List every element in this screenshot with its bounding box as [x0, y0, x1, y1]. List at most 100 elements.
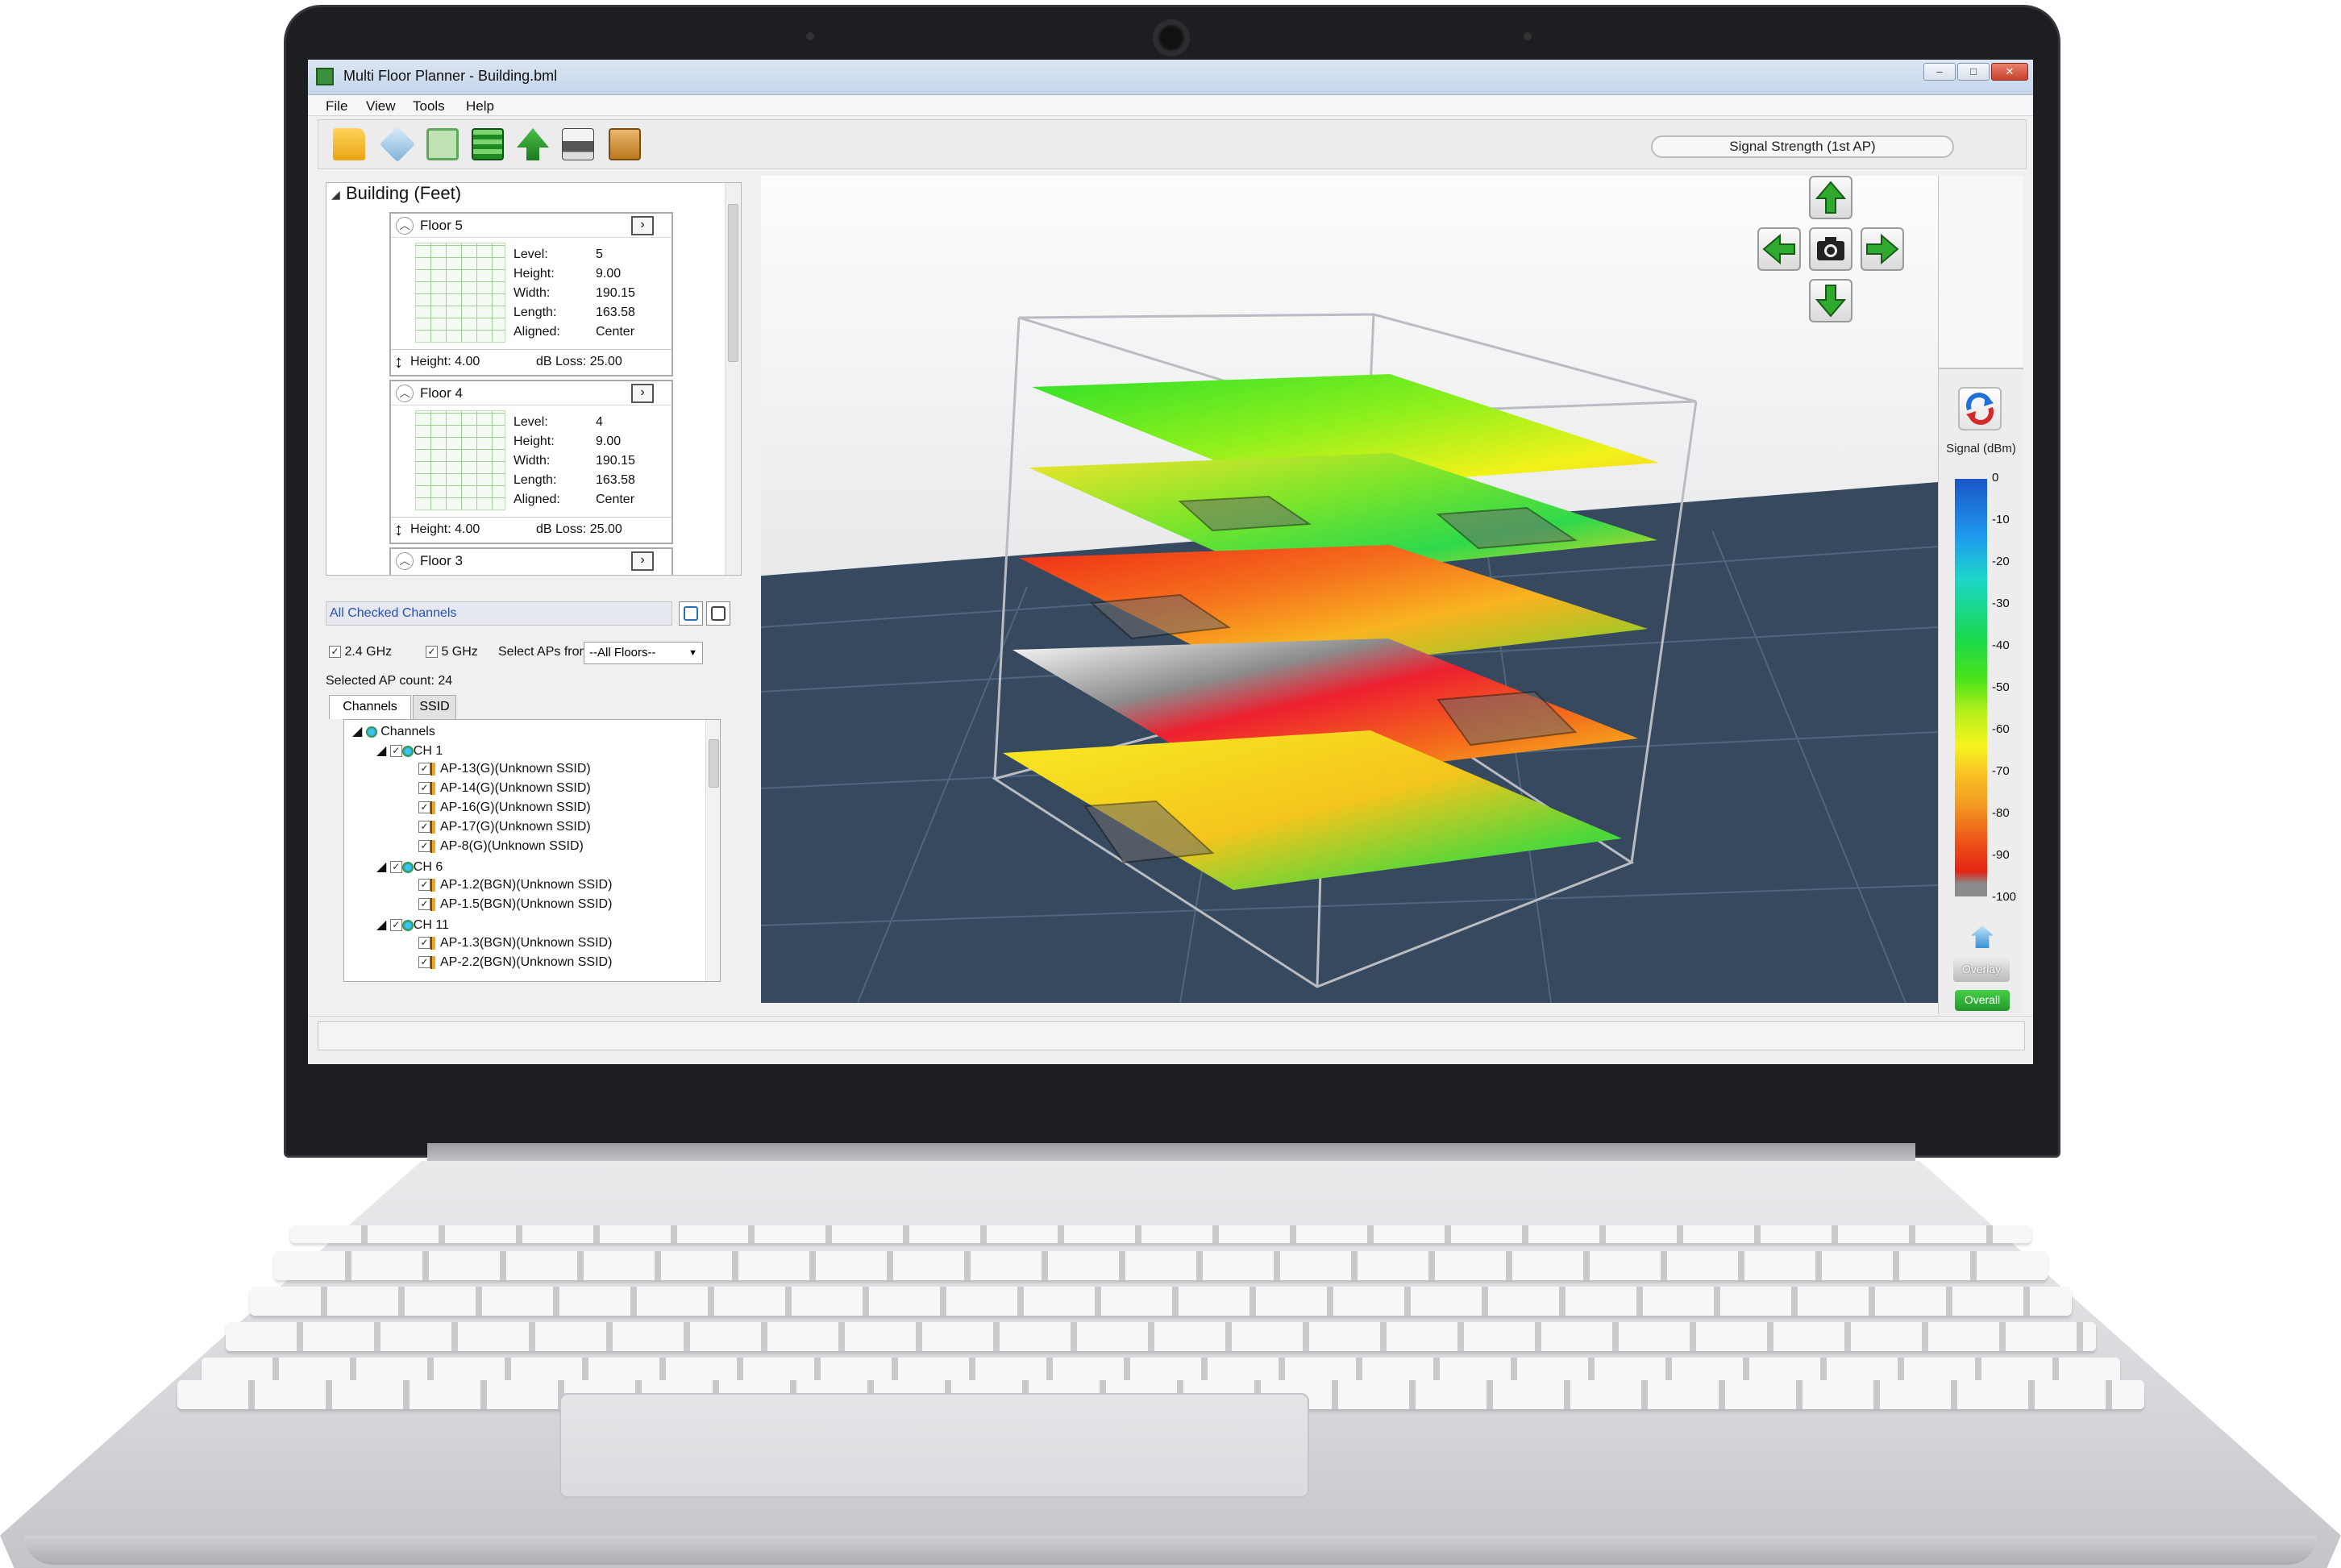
signal-type-dropdown[interactable]: Signal Strength (1st AP) [1651, 135, 1954, 158]
grid-layout-icon[interactable] [472, 128, 504, 160]
refresh-button[interactable] [1958, 387, 2002, 430]
ap-icon [430, 878, 440, 892]
band-5-toggle[interactable]: ✓ 5 GHz [426, 645, 478, 659]
menu-tools[interactable]: Tools [413, 98, 445, 114]
floor-card[interactable]: ︿ Floor 4 › Level: 4 Height: 9.00 Width:… [389, 380, 673, 544]
ap-label: AP-8(G)(Unknown SSID) [440, 839, 584, 853]
channel-label: CH 11 [413, 918, 449, 932]
channel-node[interactable]: ◢ ✓ CH 6 [376, 859, 443, 875]
floor-thumbnail [415, 243, 505, 343]
tab-ssid[interactable]: SSID [413, 695, 456, 719]
height-arrows-icon: ↕ [394, 519, 403, 539]
ap-item[interactable]: ✓ AP-14(G)(Unknown SSID) [418, 781, 591, 796]
collapse-icon[interactable]: ︿ [396, 552, 414, 570]
ap-item[interactable]: ✓ AP-1.3(BGN)(Unknown SSID) [418, 936, 612, 950]
open-folder-icon[interactable] [333, 128, 365, 160]
collapse-caret-icon[interactable]: ◢ [331, 188, 340, 202]
floor-name: Floor 5 [420, 218, 463, 233]
ap-item[interactable]: ✓ AP-16(G)(Unknown SSID) [418, 801, 591, 815]
close-button[interactable]: ✕ [1991, 63, 2028, 81]
floor-header: ︿ Floor 3 › [391, 549, 672, 573]
rotate-left-button[interactable] [1757, 227, 1801, 271]
checkbox[interactable]: ✓ [418, 821, 430, 834]
heatmap-3d-view[interactable] [761, 176, 1938, 1003]
tree-root[interactable]: ◢ Channels [352, 723, 435, 739]
legend-panel: Signal (dBm) 0 -10 -20 -30 -40 -50 -60 -… [1938, 176, 2023, 1014]
checkbox[interactable]: ✓ [389, 745, 402, 758]
floor-card[interactable]: ︿ Floor 5 › Level: 5 Height: 9.00 Width:… [389, 212, 673, 376]
rotate-up-button[interactable] [1809, 176, 1852, 219]
chevron-right-icon[interactable]: › [631, 551, 654, 571]
band-24-toggle[interactable]: ✓ 2.4 GHz [329, 645, 392, 659]
uncheck-all-button[interactable] [706, 601, 730, 626]
ap-item[interactable]: ✓ AP-1.5(BGN)(Unknown SSID) [418, 897, 612, 912]
floor-select-dropdown[interactable]: --All Floors-- ▼ [584, 642, 703, 664]
scroll-thumb[interactable] [709, 739, 719, 788]
floor-header: ︿ Floor 5 › [391, 214, 672, 238]
ap-item[interactable]: ✓ AP-1.2(BGN)(Unknown SSID) [418, 878, 612, 892]
checkbox[interactable]: ✓ [418, 763, 430, 776]
menu-file[interactable]: File [326, 98, 347, 114]
checkbox[interactable]: ✓ [389, 919, 402, 932]
prop-value: 9.00 [596, 267, 622, 281]
checkbox[interactable]: ✓ [389, 861, 402, 874]
ap-icon [430, 955, 440, 969]
ap-item[interactable]: ✓ AP-2.2(BGN)(Unknown SSID) [418, 955, 612, 970]
checkbox[interactable]: ✓ [418, 840, 430, 853]
ap-icon [430, 897, 440, 911]
minimize-button[interactable]: ‒ [1923, 63, 1956, 81]
channel-filter[interactable]: All Checked Channels [326, 601, 672, 626]
prop-value: 4 [596, 415, 603, 429]
chevron-right-icon[interactable]: › [631, 384, 654, 403]
floor-height: Height: 4.00 [410, 355, 480, 368]
checkbox[interactable]: ✓ [418, 801, 430, 814]
checkbox[interactable]: ✓ [418, 898, 430, 911]
tree-scrollbar[interactable] [705, 720, 720, 981]
building-panel: ◢ Building (Feet) ︿ Floor 5 › Level: 5 H… [326, 182, 742, 576]
channel-tree: ◢ Channels ◢ ✓ CH 1 ✓ AP-13(G)(Unknown SSI… [343, 719, 721, 982]
channel-node[interactable]: ◢ ✓ CH 11 [376, 917, 449, 933]
floor-name: Floor 4 [420, 385, 463, 401]
floor-card[interactable]: ︿ Floor 3 › [389, 547, 673, 575]
scroll-thumb[interactable] [728, 204, 738, 362]
rotate-right-button[interactable] [1861, 227, 1904, 271]
maximize-button[interactable]: □ [1957, 63, 1990, 81]
floor-plan-icon[interactable] [426, 128, 459, 160]
check-all-button[interactable] [679, 601, 703, 626]
checkbox[interactable]: ✓ [418, 956, 430, 969]
legend-tick: 0 [1992, 471, 1999, 485]
ap-item[interactable]: ✓ AP-17(G)(Unknown SSID) [418, 820, 591, 834]
channel-node[interactable]: ◢ ✓ CH 1 [376, 742, 443, 759]
home-icon[interactable] [1971, 925, 1994, 948]
collapse-icon[interactable]: ︿ [396, 385, 414, 402]
expand-caret-icon[interactable]: ◢ [376, 860, 386, 874]
ap-item[interactable]: ✓ AP-8(G)(Unknown SSID) [418, 839, 584, 854]
checkbox[interactable]: ✓ [418, 879, 430, 892]
3d-view-icon[interactable] [379, 126, 416, 163]
tab-channels[interactable]: Channels [329, 695, 411, 719]
clipboard-icon[interactable] [609, 128, 641, 160]
floor-list-scrollbar[interactable] [725, 183, 741, 575]
overall-button[interactable]: Overall [1955, 990, 2010, 1011]
overlay-button[interactable]: Overlay [1953, 956, 2010, 982]
checkbox[interactable]: ✓ [418, 782, 430, 795]
checkbox[interactable]: ✓ [329, 646, 341, 659]
chevron-right-icon[interactable]: › [631, 216, 654, 235]
rotate-down-button[interactable] [1809, 279, 1852, 322]
prop-value: 190.15 [596, 286, 635, 300]
floor-footer: ↕ Height: 4.00 dB Loss: 25.00 [391, 349, 672, 373]
print-icon[interactable] [562, 128, 594, 160]
checkbox[interactable]: ✓ [418, 937, 430, 950]
expand-caret-icon[interactable]: ◢ [376, 744, 386, 758]
export-icon[interactable] [517, 128, 549, 160]
expand-caret-icon[interactable]: ◢ [376, 918, 386, 932]
legend-tick: -30 [1992, 597, 2010, 610]
prop-label: Length: [514, 473, 557, 487]
collapse-icon[interactable]: ︿ [396, 217, 414, 235]
snapshot-button[interactable] [1809, 227, 1852, 271]
menu-view[interactable]: View [366, 98, 396, 114]
checkbox[interactable]: ✓ [426, 646, 438, 659]
ap-item[interactable]: ✓ AP-13(G)(Unknown SSID) [418, 762, 591, 776]
expand-caret-icon[interactable]: ◢ [352, 725, 362, 738]
menu-help[interactable]: Help [466, 98, 494, 114]
